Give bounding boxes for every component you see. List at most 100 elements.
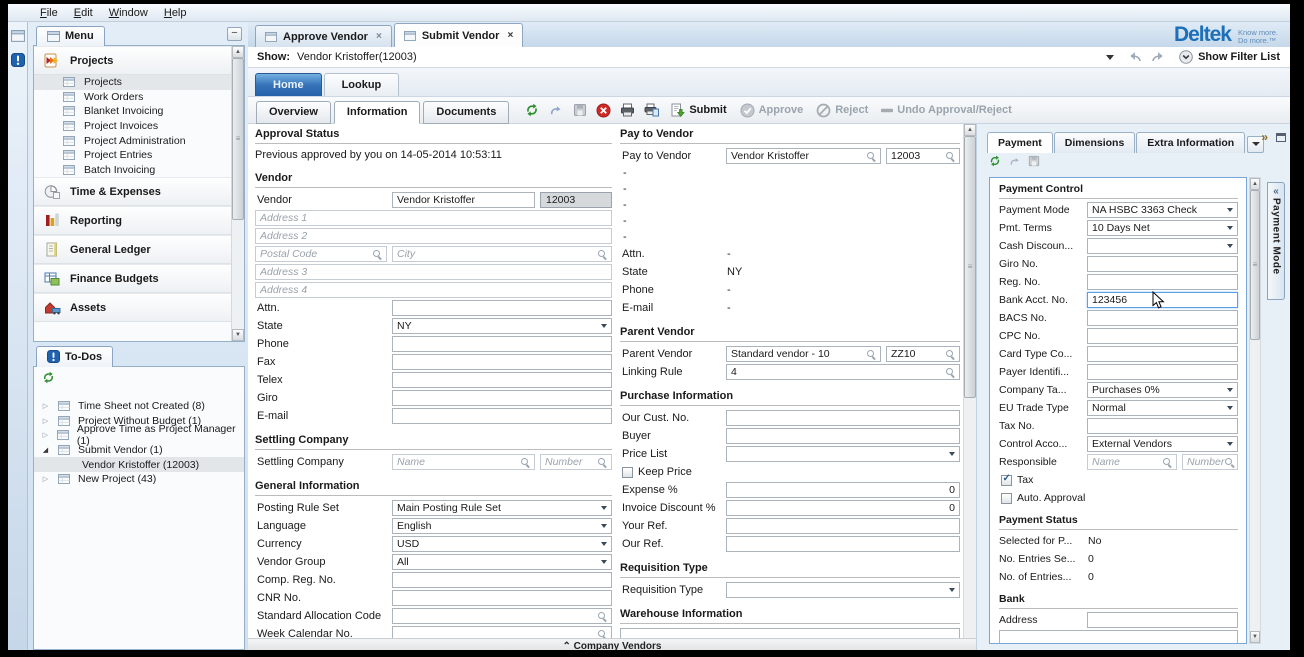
parent-vendor-name-input[interactable]: Standard vendor - 10 <box>726 346 881 362</box>
menu-group-projects[interactable]: Projects <box>34 46 231 75</box>
menu-group-general-ledger[interactable]: General Ledger <box>34 235 231 264</box>
tab-overview[interactable]: Overview <box>256 101 331 124</box>
pay-to-vendor-number-input[interactable]: 12003 <box>886 148 960 164</box>
buyer-input[interactable] <box>726 428 960 444</box>
address-2-input[interactable]: Address 2 <box>255 228 612 244</box>
our-ref-input[interactable] <box>726 536 960 552</box>
address-1-input[interactable]: Address 1 <box>255 210 612 226</box>
print-icon[interactable] <box>617 100 638 121</box>
search-icon[interactable] <box>1162 457 1172 467</box>
scroll-track[interactable] <box>1250 340 1260 631</box>
phone-input[interactable] <box>392 336 612 352</box>
pmt-terms-dropdown[interactable]: 10 Days Net <box>1087 220 1238 236</box>
forward-icon[interactable] <box>1150 52 1164 63</box>
scroll-thumb[interactable] <box>1250 190 1260 340</box>
scroll-track[interactable] <box>964 398 976 638</box>
refresh-icon[interactable] <box>42 371 55 384</box>
todo-child-vendor-kristoffer-12003[interactable]: Vendor Kristoffer (12003) <box>34 457 244 472</box>
show-filter-list-button[interactable]: Show Filter List <box>1179 50 1280 64</box>
city-input[interactable]: City <box>392 246 612 262</box>
fax-input[interactable] <box>392 354 612 370</box>
search-icon[interactable] <box>597 611 607 621</box>
todos-strip-icon[interactable] <box>9 51 26 68</box>
search-icon[interactable] <box>520 457 530 467</box>
tab-extra-information[interactable]: Extra Information <box>1136 132 1245 153</box>
menu-group-assets[interactable]: Assets <box>34 293 231 322</box>
scroll-thumb[interactable] <box>964 136 976 398</box>
cnr-no-input[interactable] <box>392 590 612 606</box>
language-dropdown[interactable]: English <box>392 518 612 534</box>
search-icon[interactable] <box>1224 457 1234 467</box>
scroll-up-icon[interactable]: ▲ <box>964 124 976 136</box>
collapsed-icon[interactable]: ▷ <box>41 431 50 439</box>
undo-icon[interactable] <box>1009 155 1020 167</box>
invoice-discount-input[interactable]: 0 <box>726 500 960 516</box>
tab-information[interactable]: Information <box>334 101 421 124</box>
responsible-name-input[interactable]: Name <box>1087 454 1177 470</box>
todo-item-approve-time-as-project-manager-1[interactable]: ▷Approve Time as Project Manager (1) <box>34 428 244 443</box>
show-dropdown-arrow-icon[interactable] <box>1106 55 1114 60</box>
card-type-co-input[interactable] <box>1087 346 1238 362</box>
undo-approval-reject-button[interactable]: Undo Approval/Reject <box>876 104 1017 116</box>
search-icon[interactable] <box>945 349 955 359</box>
tab-payment[interactable]: Payment <box>987 132 1053 153</box>
price-list-dropdown[interactable] <box>726 446 960 462</box>
currency-dropdown[interactable]: USD <box>392 536 612 552</box>
vendor-input[interactable]: Vendor Kristoffer <box>392 192 535 208</box>
tab-documents[interactable]: Documents <box>423 101 509 124</box>
scroll-down-icon[interactable]: ▼ <box>232 329 244 341</box>
menu-item-project-entries[interactable]: Project Entries <box>34 148 231 163</box>
telex-input[interactable] <box>392 372 612 388</box>
eu-trade-type-dropdown[interactable]: Normal <box>1087 400 1238 416</box>
reject-button[interactable]: Reject <box>811 103 873 118</box>
cash-discoun-dropdown[interactable] <box>1087 238 1238 254</box>
menu-scrollbar[interactable]: ▲ ▼ <box>231 46 244 341</box>
search-icon[interactable] <box>372 249 382 259</box>
attn-input[interactable] <box>392 300 612 316</box>
vendor-group-dropdown[interactable]: All <box>392 554 612 570</box>
todo-item-time-sheet-not-created-8[interactable]: ▷Time Sheet not Created (8) <box>34 399 244 414</box>
back-icon[interactable] <box>1129 52 1143 63</box>
standard-allocation-code-input[interactable] <box>392 608 612 624</box>
menubar-item-edit[interactable]: Edit <box>66 6 101 20</box>
menu-tab[interactable]: Menu <box>36 26 105 46</box>
todo-item-new-project-43[interactable]: ▷New Project (43) <box>34 472 244 487</box>
address-input[interactable] <box>1087 612 1238 628</box>
parent-vendor-number-input[interactable]: ZZ10 <box>886 346 960 362</box>
tab-home[interactable]: Home <box>255 73 322 96</box>
linking-rule-input[interactable]: 4 <box>726 364 960 380</box>
menu-item-project-administration[interactable]: Project Administration <box>34 133 231 148</box>
company-ta-dropdown[interactable]: Purchases 0% <box>1087 382 1238 398</box>
show-value-combo[interactable]: Vendor Kristoffer(12003) <box>297 51 417 63</box>
search-icon[interactable] <box>866 151 876 161</box>
save-icon[interactable] <box>1028 155 1040 167</box>
save-icon[interactable] <box>569 100 590 121</box>
search-icon[interactable] <box>945 151 955 161</box>
company-vendors-bar[interactable]: ⌃ Company Vendors <box>248 638 976 650</box>
settling-company-number-input[interactable]: Number <box>540 454 612 470</box>
giro-no-input[interactable] <box>1087 256 1238 272</box>
payment-mode-collapsed-tab[interactable]: « Payment Mode <box>1267 182 1285 300</box>
search-icon[interactable] <box>866 349 876 359</box>
collapsed-icon[interactable]: ▷ <box>41 417 50 425</box>
scroll-thumb[interactable] <box>232 58 244 220</box>
menu-item-projects[interactable]: Projects <box>34 75 231 90</box>
menubar-item-window[interactable]: Window <box>101 6 156 20</box>
search-icon[interactable] <box>945 367 955 377</box>
close-icon[interactable]: × <box>507 30 513 41</box>
panel-scrollbar[interactable]: ▲ ▼ <box>1249 177 1261 644</box>
expanded-icon[interactable]: ◢ <box>41 446 50 454</box>
state-dropdown[interactable]: NY <box>392 318 612 334</box>
settling-company-name-input[interactable]: Name <box>392 454 535 470</box>
address-4-input[interactable]: Address 4 <box>255 282 612 298</box>
tab-dimensions[interactable]: Dimensions <box>1054 132 1136 153</box>
tax-no-input[interactable] <box>1087 418 1238 434</box>
search-icon[interactable] <box>597 457 607 467</box>
postal-code-input[interactable]: Postal Code <box>255 246 387 262</box>
menu-strip-icon[interactable] <box>9 27 26 44</box>
collapsed-icon[interactable]: ▷ <box>41 402 50 410</box>
tab-approve-vendor[interactable]: Approve Vendor × <box>255 25 392 47</box>
todos-tab[interactable]: To-Dos <box>36 346 113 367</box>
menu-group-reporting[interactable]: Reporting <box>34 206 231 235</box>
control-acco-dropdown[interactable]: External Vendors <box>1087 436 1238 452</box>
